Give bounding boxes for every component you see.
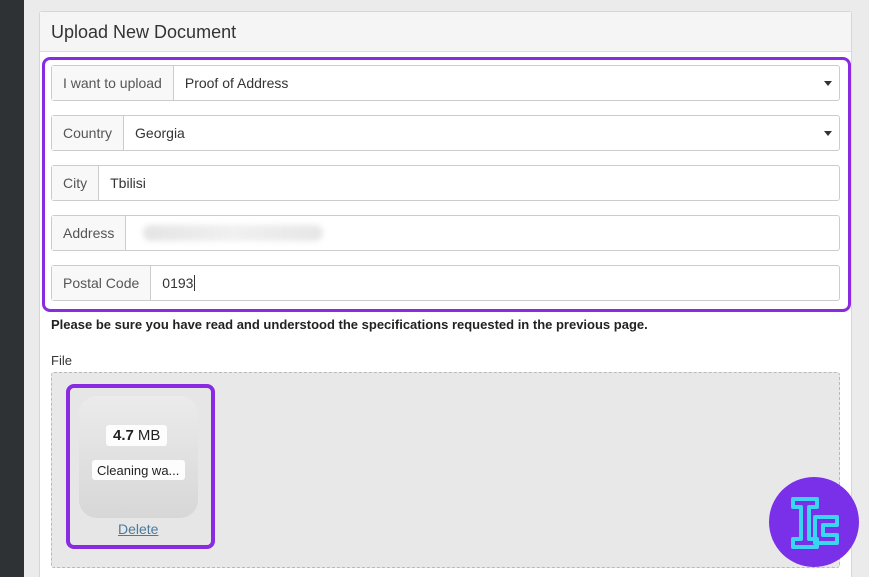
file-name: Cleaning wa... bbox=[92, 460, 185, 480]
panel-header: Upload New Document bbox=[40, 12, 851, 52]
file-size-number: 4.7 bbox=[113, 427, 134, 444]
city-field[interactable]: City Tbilisi bbox=[51, 165, 840, 201]
country-value[interactable]: Georgia bbox=[124, 116, 839, 150]
country-label: Country bbox=[52, 116, 125, 150]
chevron-down-icon[interactable] bbox=[824, 81, 832, 86]
upload-type-select[interactable]: I want to upload Proof of Address bbox=[51, 65, 840, 101]
delete-file-link[interactable]: Delete bbox=[118, 521, 158, 537]
text-cursor bbox=[194, 275, 196, 291]
tc-logo-icon bbox=[769, 477, 859, 567]
blurred-address-text bbox=[143, 225, 324, 241]
city-input[interactable]: Tbilisi bbox=[99, 166, 839, 200]
postal-code-input[interactable]: 0193 bbox=[151, 266, 839, 300]
panel-title: Upload New Document bbox=[51, 22, 237, 42]
upload-type-selected-text: Proof of Address bbox=[184, 75, 289, 91]
address-field[interactable]: Address bbox=[51, 215, 840, 251]
address-input[interactable] bbox=[126, 216, 839, 250]
country-selected-text: Georgia bbox=[135, 125, 185, 141]
postal-code-field[interactable]: Postal Code 0193 bbox=[51, 265, 840, 301]
address-label: Address bbox=[52, 216, 127, 250]
logo-glyph bbox=[791, 497, 839, 549]
city-label: City bbox=[52, 166, 100, 200]
chevron-down-icon[interactable] bbox=[824, 131, 832, 136]
file-label: File bbox=[51, 353, 72, 368]
upload-type-value[interactable]: Proof of Address bbox=[174, 66, 839, 100]
left-dark-edge bbox=[0, 0, 24, 577]
upload-type-label: I want to upload bbox=[52, 66, 174, 100]
postal-code-value: 0193 bbox=[162, 275, 194, 291]
file-size-unit: MB bbox=[137, 427, 161, 444]
postal-code-label: Postal Code bbox=[52, 266, 152, 300]
country-select[interactable]: Country Georgia bbox=[51, 115, 840, 151]
specifications-notice: Please be sure you have read and underst… bbox=[51, 317, 648, 332]
file-size: 4.7 MB bbox=[106, 425, 168, 446]
file-thumbnail bbox=[79, 396, 198, 518]
